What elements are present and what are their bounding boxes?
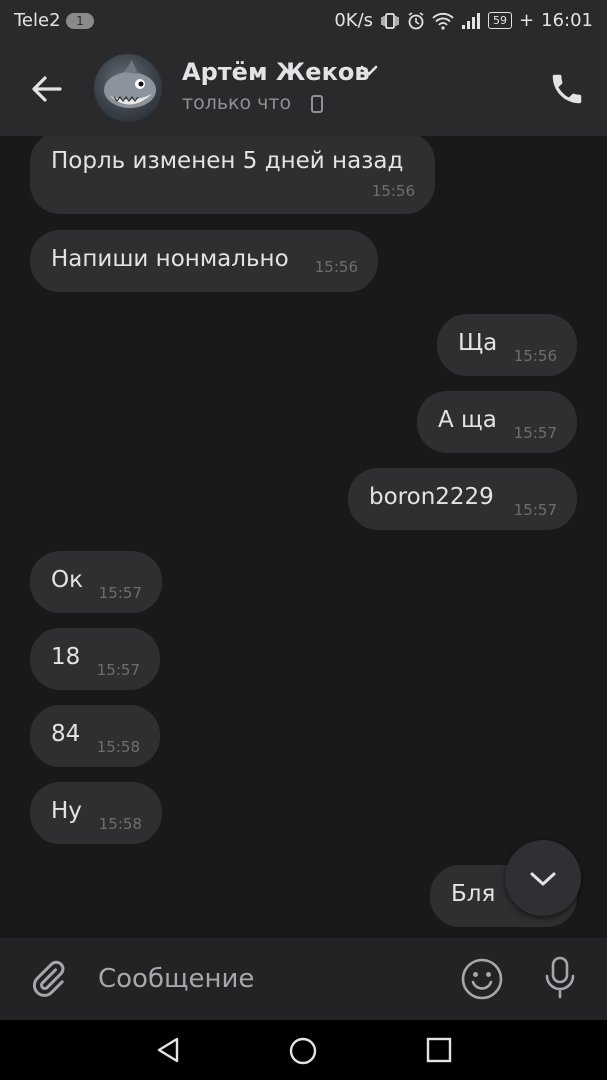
message-text: Ну [51, 798, 82, 824]
alarm-icon [408, 11, 424, 29]
message-text: Ок [51, 567, 83, 593]
message-bubble-in[interactable]: Порль изменен 5 дней назад 15:56 [30, 136, 435, 214]
message-bubble-in[interactable]: Ну 15:58 [30, 782, 162, 844]
message-time: 15:57 [96, 661, 140, 679]
message-list[interactable]: Порль изменен 5 дней назад 15:56 Напиши … [0, 136, 607, 938]
vibrate-icon [381, 12, 399, 29]
nav-back-icon[interactable] [155, 1036, 183, 1064]
message-text: 18 [51, 644, 81, 670]
message-bubble-in[interactable]: Ок 15:57 [30, 551, 162, 613]
message-bubble-out[interactable]: А ща 15:57 [417, 391, 577, 453]
signal-icon [462, 12, 481, 29]
message-text: boron2229 [369, 484, 494, 510]
network-speed: 0K/s [334, 10, 374, 31]
message-text: А ща [438, 407, 497, 433]
carrier-name: Tele2 [14, 10, 61, 31]
chevron-down-icon [530, 872, 556, 886]
charging-icon: + [519, 10, 535, 31]
message-text: Бля [451, 881, 496, 907]
message-text: 84 [51, 721, 81, 747]
message-bubble-in[interactable]: 84 15:58 [30, 705, 160, 767]
message-bubble-out[interactable]: boron2229 15:57 [348, 468, 577, 530]
message-text: Порль изменен 5 дней назад [51, 148, 404, 174]
message-time: 15:58 [96, 738, 140, 756]
nav-recents-icon[interactable] [425, 1036, 453, 1064]
chat-header: Артём Жеков только что [0, 42, 607, 136]
message-text: Ща [458, 330, 498, 356]
status-icons: 0K/s 59 + 16:01 [334, 10, 593, 31]
message-bubble-in[interactable]: Напиши нонмально 15:56 [30, 230, 378, 292]
mobile-phone-icon [311, 95, 323, 113]
wifi-icon [432, 12, 454, 30]
system-nav-bar [0, 1020, 607, 1080]
message-bubble-in[interactable]: 18 15:57 [30, 628, 160, 690]
chevron-down-icon[interactable] [360, 64, 378, 78]
battery-level: 59 [488, 12, 513, 29]
contact-name[interactable]: Артём Жеков [182, 58, 370, 86]
call-button[interactable] [548, 70, 586, 108]
message-time: 15:57 [513, 501, 557, 519]
message-text: Напиши нонмально [51, 246, 289, 272]
nav-home-icon[interactable] [288, 1036, 318, 1066]
emoji-icon[interactable] [460, 957, 504, 1001]
message-composer [0, 938, 607, 1020]
message-time: 15:57 [513, 424, 557, 442]
contact-status: только что [182, 92, 292, 114]
paperclip-icon[interactable] [28, 958, 68, 1000]
message-time: 15:56 [513, 347, 557, 365]
message-input[interactable] [96, 956, 430, 1002]
message-time: 15:57 [98, 584, 142, 602]
status-bar: Tele2 1 0K/s 59 + 16:01 [0, 0, 607, 42]
message-time: 15:58 [98, 815, 142, 833]
sim-badge: 1 [66, 13, 94, 29]
contact-avatar[interactable] [94, 54, 162, 122]
message-bubble-out[interactable]: Ща 15:56 [437, 314, 577, 376]
back-arrow-icon[interactable] [26, 68, 68, 110]
message-time: 15:56 [371, 182, 415, 200]
shark-avatar-icon [104, 60, 156, 108]
scroll-down-button[interactable] [505, 840, 581, 916]
clock: 16:01 [541, 10, 593, 31]
message-time: 15:56 [314, 258, 358, 276]
microphone-icon[interactable] [540, 955, 580, 1001]
